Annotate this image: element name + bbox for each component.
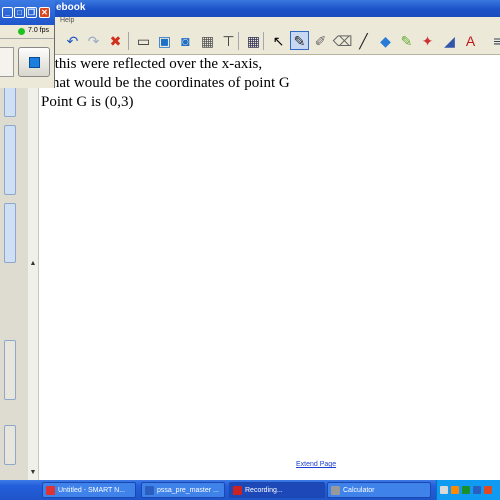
tray-icon[interactable] bbox=[462, 486, 470, 494]
screen-capture-icon[interactable]: ▦ bbox=[198, 31, 217, 50]
taskbar-button-label: pssa_pre_master ... bbox=[157, 486, 219, 494]
menu-help[interactable]: Help bbox=[60, 17, 74, 24]
scroll-down-arrow-icon[interactable]: ▼ bbox=[28, 468, 38, 478]
text-icon[interactable]: A bbox=[461, 31, 480, 50]
side-tab-strip bbox=[0, 55, 29, 480]
toolbar-separator bbox=[263, 32, 264, 50]
maximize-button[interactable]: □ bbox=[14, 7, 25, 18]
side-scrollbar[interactable]: ▲ ▼ bbox=[28, 55, 39, 480]
restore-button[interactable]: ❐ bbox=[26, 7, 37, 18]
properties-tab[interactable] bbox=[4, 340, 16, 400]
screen-shade-icon[interactable]: ▭ bbox=[134, 31, 153, 50]
app-icon bbox=[145, 485, 154, 495]
whiteboard-text-line-1[interactable]: If this were reflected over the x-axis, bbox=[41, 56, 262, 73]
tray-icon[interactable] bbox=[484, 486, 492, 494]
recorder-side-button[interactable] bbox=[0, 47, 14, 77]
recorder-controls bbox=[0, 39, 54, 88]
recorder-window: _ □ ❐ ✕ 7.0 fps bbox=[0, 0, 55, 88]
color-fill-icon[interactable]: ◢ bbox=[440, 31, 459, 50]
redo-icon[interactable]: ↷ bbox=[84, 31, 103, 50]
line-icon[interactable]: ╱ bbox=[354, 31, 373, 50]
tray-icon[interactable] bbox=[473, 486, 481, 494]
notebook-toolbar: ↶ ↷ ✖ ▭ ▣ ◙ ▦ ⊤ ▦ ↖ ✎ ✐ ⌫ ╱ ◆ ✎ ✦ ◢ A ≡ bbox=[0, 28, 500, 55]
taskbar-button-label: Recording... bbox=[245, 486, 283, 494]
extend-page-link[interactable]: Extend Page bbox=[296, 461, 336, 468]
attachments-tab[interactable] bbox=[4, 203, 16, 263]
pen-icon[interactable]: ✎ bbox=[290, 31, 309, 50]
taskbar-button-label: Calculator bbox=[343, 486, 375, 494]
tray-icon[interactable] bbox=[451, 486, 459, 494]
fps-readout: 7.0 fps bbox=[28, 27, 50, 34]
recorder-title-bar: _ □ ❐ ✕ bbox=[0, 0, 55, 25]
creative-pen-icon[interactable]: ✐ bbox=[311, 31, 330, 50]
recording-indicator-icon bbox=[18, 28, 25, 35]
gallery-tab[interactable] bbox=[4, 125, 16, 195]
toolbar-separator bbox=[128, 32, 129, 50]
eraser-icon[interactable]: ⌫ bbox=[333, 31, 353, 50]
whiteboard-text-line-2[interactable]: what would be the coordinates of point G bbox=[41, 75, 290, 92]
windows-taskbar: Untitled - SMART N... pssa_pre_master ...… bbox=[0, 480, 500, 500]
recorder-status: 7.0 fps bbox=[0, 25, 54, 39]
stop-icon bbox=[28, 56, 40, 68]
stop-recording-button[interactable] bbox=[18, 47, 50, 77]
app-icon bbox=[331, 485, 340, 495]
toolbar-separator bbox=[238, 32, 239, 50]
taskbar-button[interactable]: Recording... bbox=[229, 482, 325, 498]
app-icon bbox=[46, 485, 55, 495]
projector-icon[interactable]: ◙ bbox=[176, 31, 195, 50]
taskbar-button[interactable]: pssa_pre_master ... bbox=[141, 482, 225, 498]
taskbar-button[interactable]: Untitled - SMART N... bbox=[42, 482, 136, 498]
delete-icon[interactable]: ✖ bbox=[106, 31, 125, 50]
table-icon[interactable]: ▦ bbox=[244, 31, 263, 50]
close-button[interactable]: ✕ bbox=[39, 7, 50, 18]
tray-icon[interactable] bbox=[440, 486, 448, 494]
magic-pen-icon[interactable]: ✦ bbox=[418, 31, 437, 50]
fill-icon[interactable]: ✎ bbox=[397, 31, 416, 50]
menu-bar: Help bbox=[0, 17, 500, 28]
auto-hide-tab[interactable] bbox=[4, 425, 16, 465]
select-arrow-icon[interactable]: ↖ bbox=[269, 31, 288, 50]
minimize-button[interactable]: _ bbox=[2, 7, 13, 18]
system-tray bbox=[436, 480, 500, 500]
taskbar-button-label: Untitled - SMART N... bbox=[58, 486, 126, 494]
display-icon[interactable]: ▣ bbox=[155, 31, 174, 50]
undo-icon[interactable]: ↶ bbox=[63, 31, 82, 50]
scroll-up-arrow-icon[interactable]: ▲ bbox=[28, 259, 38, 269]
shapes-icon[interactable]: ◆ bbox=[376, 31, 395, 50]
whiteboard-text-line-3[interactable]: Point G is (0,3) bbox=[41, 94, 134, 111]
properties-icon[interactable]: ≡ bbox=[488, 31, 500, 50]
notebook-title-bar: ebook bbox=[0, 0, 500, 17]
taskbar-button[interactable]: Calculator bbox=[327, 482, 431, 498]
app-icon bbox=[233, 485, 242, 495]
tool-icon[interactable]: ⊤ bbox=[219, 31, 238, 50]
window-title: ebook bbox=[56, 2, 86, 13]
